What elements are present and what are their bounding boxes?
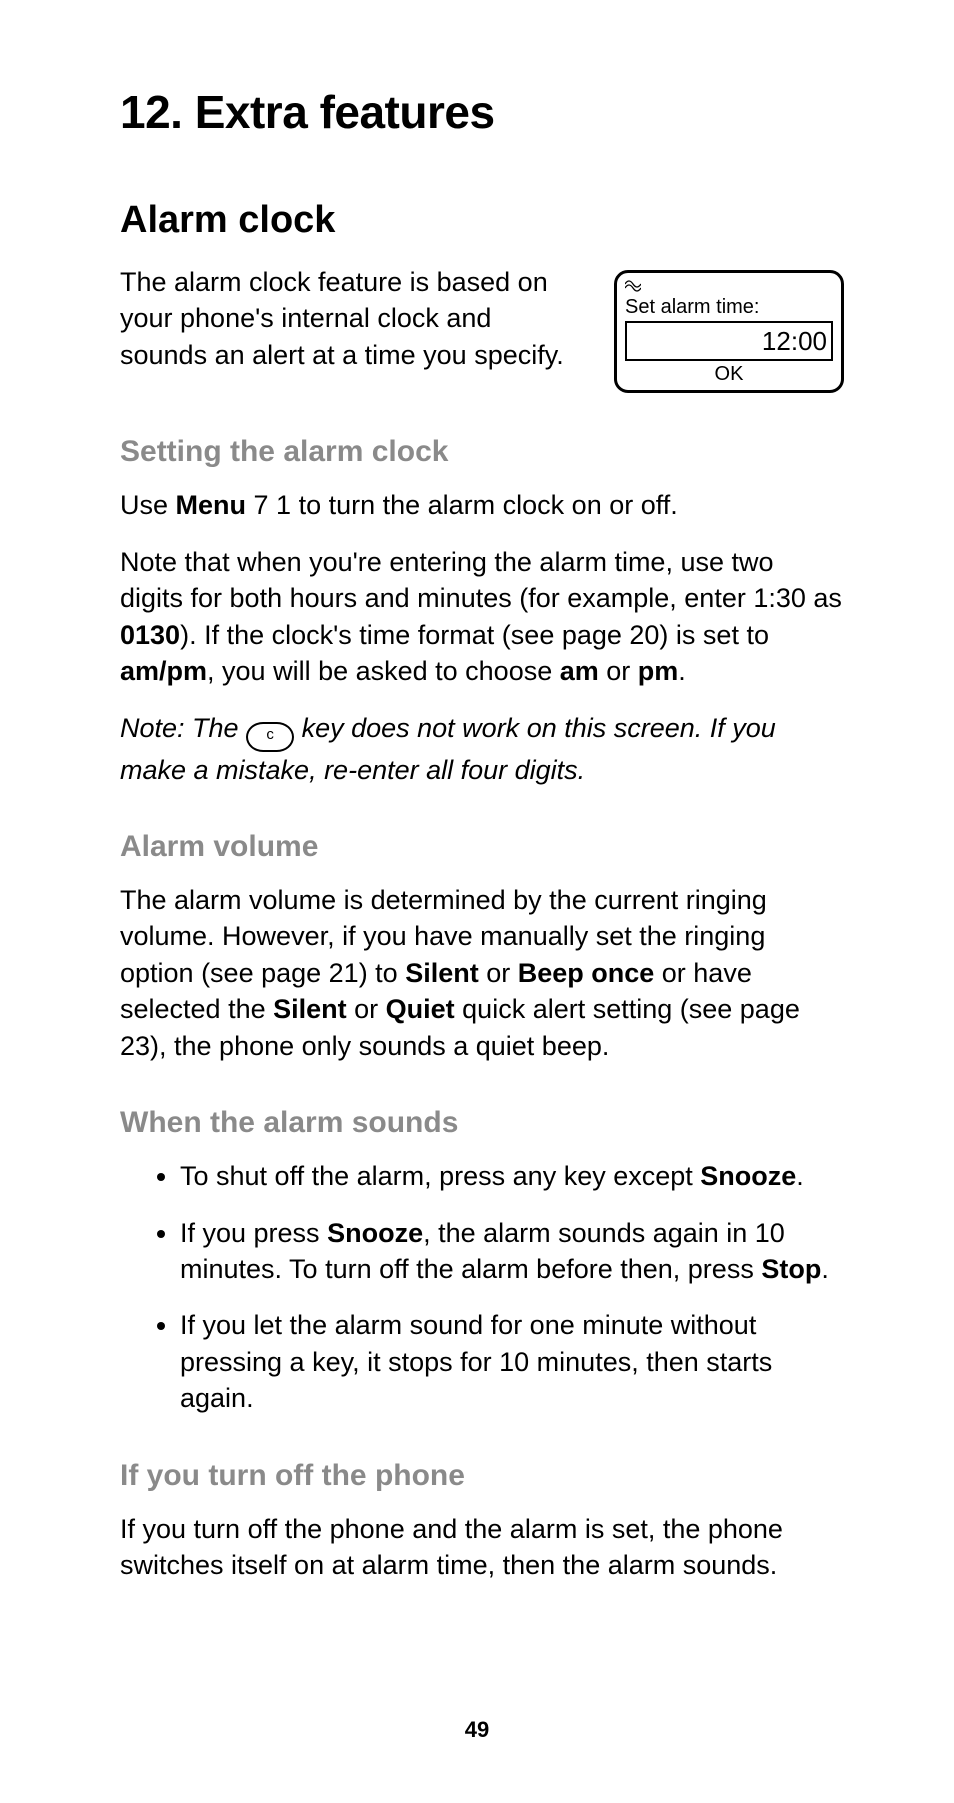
text-bold: am/pm xyxy=(120,656,207,686)
list-item: If you press Snooze, the alarm sounds ag… xyxy=(180,1215,844,1288)
subheading-when-alarm-sounds: When the alarm sounds xyxy=(120,1106,844,1140)
text-fragment: . xyxy=(821,1254,829,1284)
phone-screen-softkey-ok: OK xyxy=(625,363,833,386)
subheading-turn-off-phone: If you turn off the phone xyxy=(120,1459,844,1493)
text-bold: Silent xyxy=(405,958,479,988)
alarm-sounds-list: To shut off the alarm, press any key exc… xyxy=(120,1158,844,1417)
text-bold: Beep once xyxy=(518,958,655,988)
section-title-alarm-clock: Alarm clock xyxy=(120,199,844,242)
menu-bold: Menu xyxy=(176,490,247,520)
chapter-title: 12. Extra features xyxy=(120,85,844,139)
setting-alarm-p1: Use Menu 7 1 to turn the alarm clock on … xyxy=(120,487,844,523)
page-number: 49 xyxy=(0,1717,954,1743)
text-bold: Stop xyxy=(761,1254,821,1284)
text-fragment: To shut off the alarm, press any key exc… xyxy=(180,1161,700,1191)
intro-paragraph: The alarm clock feature is based on your… xyxy=(120,264,584,373)
text-fragment: Note: The xyxy=(120,713,246,743)
text-fragment: or xyxy=(347,994,386,1024)
turn-off-phone-paragraph: If you turn off the phone and the alarm … xyxy=(120,1511,844,1584)
text-fragment: ). If the clock's time format (see page … xyxy=(180,620,769,650)
text-fragment: 7 1 to turn the alarm clock on or off. xyxy=(246,490,678,520)
text-fragment: or xyxy=(599,656,638,686)
list-item: To shut off the alarm, press any key exc… xyxy=(180,1158,844,1194)
text-fragment: Note that when you're entering the alarm… xyxy=(120,547,842,613)
text-bold: Snooze xyxy=(327,1218,423,1248)
list-item: If you let the alarm sound for one minut… xyxy=(180,1307,844,1416)
setting-alarm-p2: Note that when you're entering the alarm… xyxy=(120,544,844,690)
text-fragment: Use xyxy=(120,490,176,520)
signal-icon xyxy=(625,280,641,294)
text-bold: am xyxy=(560,656,599,686)
phone-screen-time-value: 12:00 xyxy=(762,326,827,357)
text-fragment: , you will be asked to choose xyxy=(207,656,560,686)
setting-alarm-note: Note: The c key does not work on this sc… xyxy=(120,710,844,788)
text-bold: Quiet xyxy=(386,994,455,1024)
subheading-alarm-volume: Alarm volume xyxy=(120,830,844,864)
c-key-icon: c xyxy=(246,722,294,752)
text-fragment: . xyxy=(678,656,686,686)
subheading-setting-alarm: Setting the alarm clock xyxy=(120,435,844,469)
phone-screen-illustration: Set alarm time: 12:00 OK xyxy=(614,270,844,393)
text-bold: pm xyxy=(638,656,679,686)
text-fragment: . xyxy=(796,1161,804,1191)
text-fragment: or xyxy=(479,958,518,988)
alarm-volume-paragraph: The alarm volume is determined by the cu… xyxy=(120,882,844,1064)
phone-screen-label: Set alarm time: xyxy=(625,297,833,317)
phone-screen-time-field: 12:00 xyxy=(625,321,833,361)
text-fragment: If you press xyxy=(180,1218,327,1248)
text-bold: 0130 xyxy=(120,620,180,650)
text-bold: Silent xyxy=(273,994,347,1024)
text-bold: Snooze xyxy=(700,1161,796,1191)
